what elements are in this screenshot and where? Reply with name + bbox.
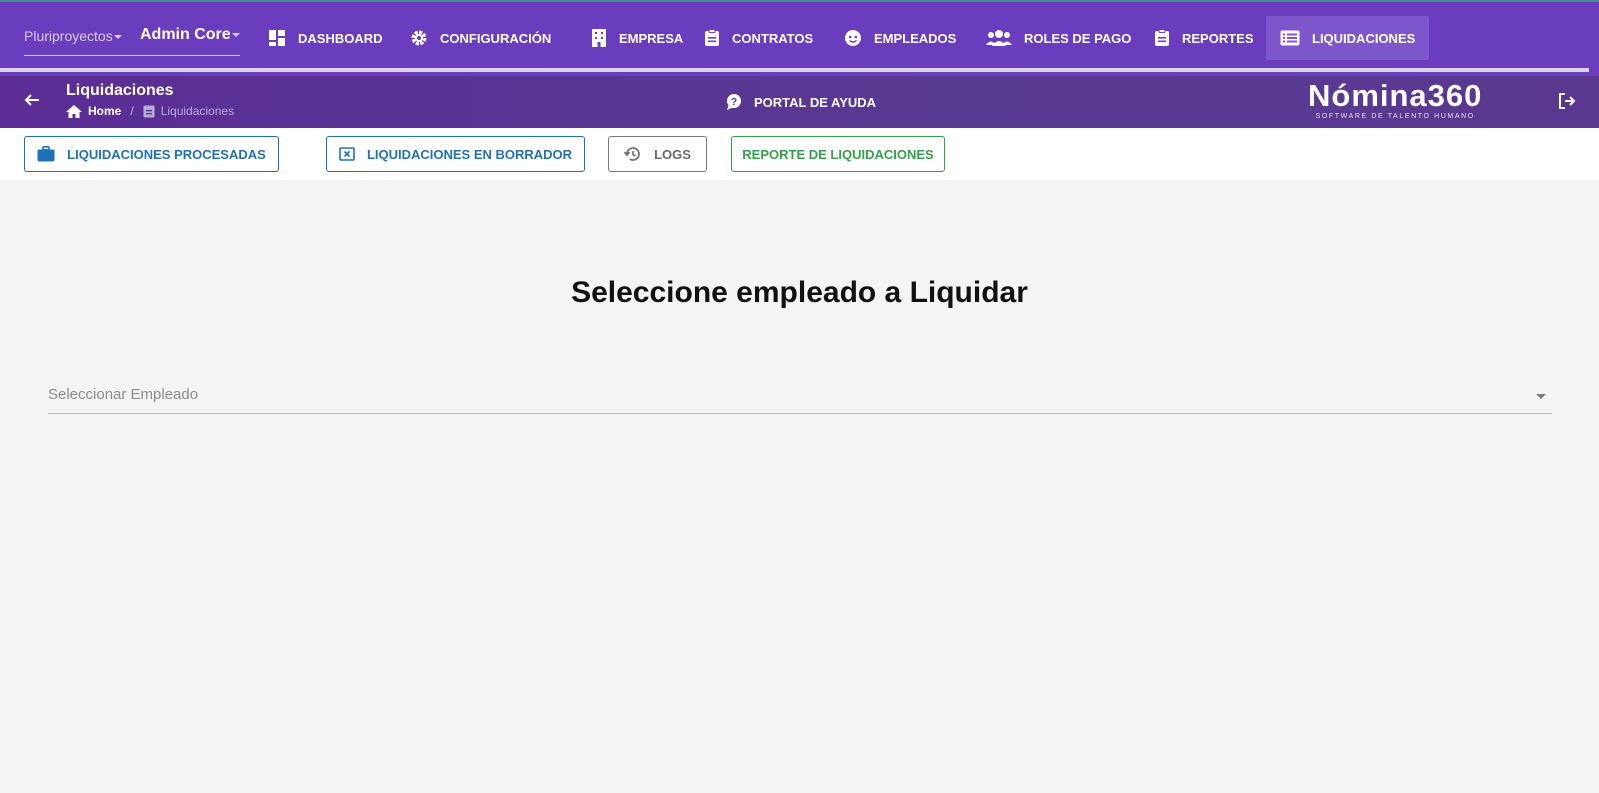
button-label: LIQUIDACIONES EN BORRADOR (366, 146, 573, 162)
nav-item-empresa[interactable]: EMPRESA (577, 16, 697, 60)
breadcrumb-current: Liquidaciones (160, 104, 235, 118)
chevron-down-icon (113, 35, 122, 40)
nav-item-configuracion[interactable]: CONFIGURACIÓN (396, 16, 565, 60)
button-label: LOGS (654, 146, 691, 162)
context-selectors: Pluriproyectos Admin Core (24, 16, 240, 56)
svg-text:?: ? (731, 97, 737, 108)
logs-button[interactable]: LOGS (608, 136, 707, 172)
nav-item-label: DASHBOARD (298, 30, 383, 46)
nav-item-label: EMPLEADOS (874, 30, 957, 46)
page-header: Liquidaciones Home / Liquidaciones ? POR… (0, 76, 1599, 128)
brand-logo: Nómina360 SOFTWARE DE TALENTO HUMANO (1308, 78, 1483, 121)
nav-item-dashboard[interactable]: DASHBOARD (254, 16, 397, 60)
nav-item-label: ROLES DE PAGO (1024, 30, 1132, 46)
button-label: LIQUIDACIONES PROCESADAS (67, 146, 266, 162)
page-heading: Seleccione empleado a Liquidar (571, 276, 1028, 309)
help-icon: ? (727, 94, 741, 110)
help-portal-link[interactable]: ? PORTAL DE AYUDA (726, 93, 876, 111)
company-selector-label: Admin Core (140, 26, 231, 43)
draft-liquidations-button[interactable]: LIQUIDACIONES EN BORRADOR (326, 136, 585, 172)
face-icon (845, 30, 861, 46)
clipboard-icon (705, 29, 719, 46)
nav-item-contratos[interactable]: CONTRATOS (690, 16, 827, 60)
employee-select[interactable]: Seleccionar Empleado (48, 380, 1552, 414)
breadcrumb-separator: / (130, 104, 134, 118)
group-selector-label: Pluriproyectos (24, 28, 113, 44)
nav-item-empleados[interactable]: EMPLEADOS (830, 16, 970, 60)
brand-name: Nómina360 (1308, 78, 1483, 113)
page-title: Liquidaciones (66, 82, 174, 99)
brand-tagline: SOFTWARE DE TALENTO HUMANO (1315, 113, 1475, 120)
clipboard-icon (143, 105, 155, 118)
briefcase-icon (37, 146, 55, 162)
employee-select-placeholder: Seleccionar Empleado (48, 386, 199, 403)
chevron-down-icon (1536, 394, 1546, 399)
history-icon (624, 147, 640, 161)
breadcrumb: Home / Liquidaciones (66, 104, 234, 118)
liquidations-report-button[interactable]: REPORTE DE LIQUIDACIONES (731, 136, 945, 172)
clipboard-icon (1155, 29, 1169, 46)
close-box-icon (339, 147, 355, 161)
help-portal-label: PORTAL DE AYUDA (754, 94, 877, 110)
processed-liquidations-button[interactable]: LIQUIDACIONES PROCESADAS (24, 136, 279, 172)
breadcrumb-home[interactable]: Home (88, 104, 121, 118)
company-selector[interactable]: Admin Core (140, 26, 240, 44)
nav-item-label: EMPRESA (619, 30, 684, 46)
dashboard-icon (269, 30, 285, 46)
nav-item-roles-de-pago[interactable]: ROLES DE PAGO (972, 16, 1145, 60)
button-label: REPORTE DE LIQUIDACIONES (742, 146, 934, 162)
nav-item-reportes[interactable]: REPORTES (1140, 16, 1268, 60)
chevron-down-icon (231, 32, 240, 37)
back-arrow-icon[interactable] (24, 92, 40, 108)
top-navigation-bar: Pluriproyectos Admin Core DASHBOARD CONF… (0, 0, 1599, 76)
nav-item-label: LIQUIDACIONES (1312, 30, 1416, 46)
nav-item-label: CONTRATOS (732, 30, 814, 46)
building-icon (592, 29, 606, 47)
users-icon (986, 30, 1012, 46)
nav-underline (0, 68, 1589, 72)
nav-item-liquidaciones[interactable]: LIQUIDACIONES (1266, 16, 1429, 60)
action-bar: LIQUIDACIONES PROCESADAS LIQUIDACIONES E… (0, 128, 1599, 180)
logout-icon[interactable] (1558, 92, 1576, 110)
home-icon (66, 104, 82, 118)
nav-item-label: CONFIGURACIÓN (440, 30, 552, 46)
list-icon (1280, 30, 1300, 46)
nav-item-label: REPORTES (1182, 30, 1254, 46)
gear-icon (411, 30, 427, 46)
group-selector[interactable]: Pluriproyectos (24, 28, 122, 44)
